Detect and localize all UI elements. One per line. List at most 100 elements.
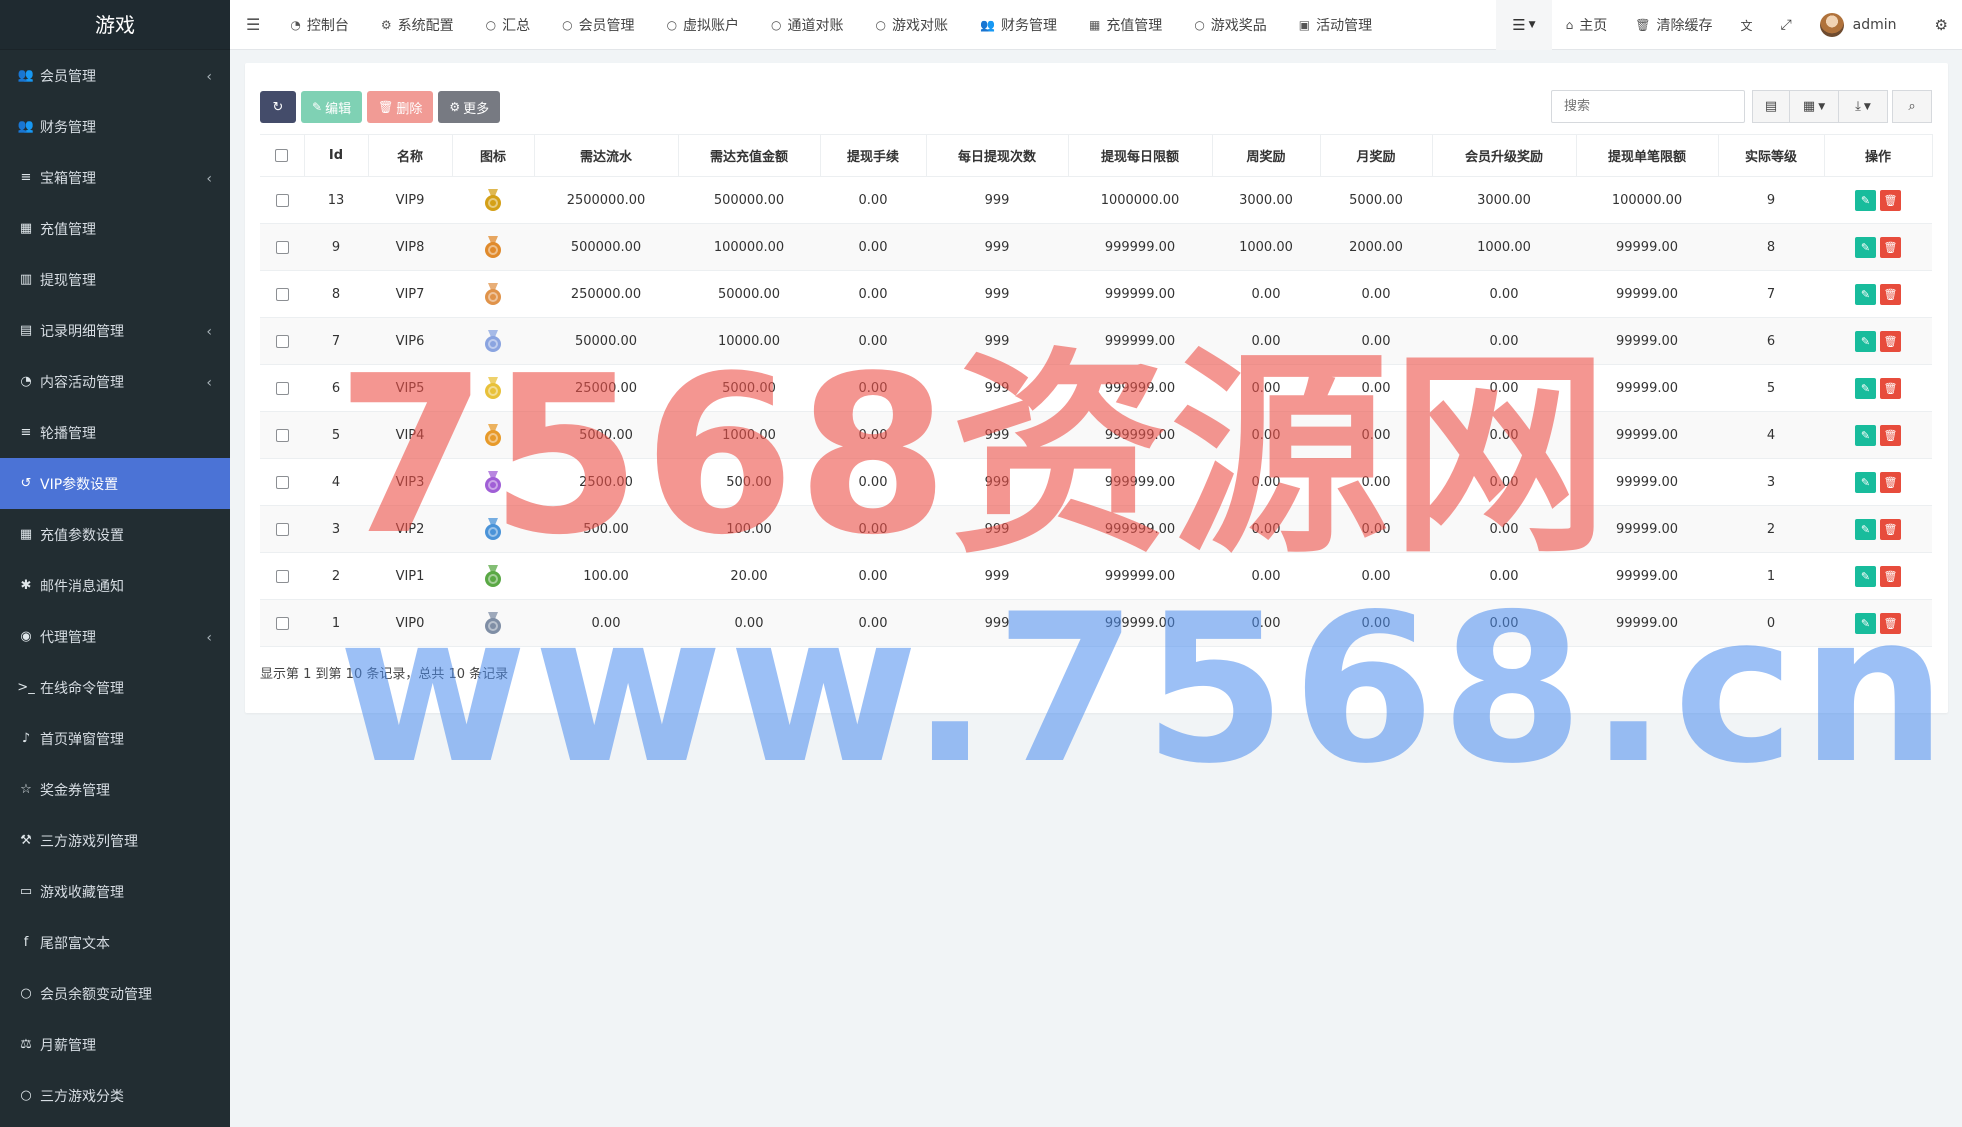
row-edit-button[interactable]: ✎ <box>1855 189 1876 211</box>
table-row[interactable]: 13 VIP9 2500000.00 500000.00 0.00 999 1000000.… <box>260 176 1932 224</box>
columns-dropdown[interactable]: ▦ ▼ <box>1789 90 1839 123</box>
nav-tab-6[interactable]: ○ 游戏对账 <box>860 0 964 50</box>
nav-tab-3[interactable]: ○ 会员管理 <box>546 0 650 50</box>
column-header[interactable]: Id <box>304 134 369 177</box>
row-edit-button[interactable]: ✎ <box>1855 283 1876 305</box>
sidebar-item-7[interactable]: ≡ 轮播管理 <box>0 407 230 458</box>
sidebar-item-11[interactable]: ◉ 代理管理 ‹ <box>0 611 230 662</box>
sidebar-item-16[interactable]: ▭ 游戏收藏管理 <box>0 866 230 917</box>
row-checkbox[interactable] <box>275 522 289 536</box>
row-delete-button[interactable]: 🗑 <box>1880 565 1901 587</box>
search-input[interactable] <box>1551 90 1745 123</box>
table-row[interactable]: 7 VIP6 50000.00 10000.00 0.00 999 999999.00 0.0… <box>260 317 1932 365</box>
settings-gear-icon[interactable]: ⚙ <box>1921 0 1962 50</box>
column-header[interactable]: 图标 <box>452 134 535 177</box>
row-delete-button[interactable]: 🗑 <box>1880 612 1901 634</box>
table-row[interactable]: 3 VIP2 500.00 100.00 0.00 999 999999.00 0.00 0.0… <box>260 505 1932 553</box>
nav-tab-7[interactable]: 👥 财务管理 <box>964 0 1073 50</box>
row-delete-button[interactable]: 🗑 <box>1880 377 1901 399</box>
row-checkbox[interactable] <box>275 428 289 442</box>
row-edit-button[interactable]: ✎ <box>1855 236 1876 258</box>
table-row[interactable]: 8 VIP7 250000.00 50000.00 0.00 999 999999.00 0.… <box>260 270 1932 318</box>
language-icon[interactable]: 文 <box>1726 0 1766 50</box>
row-delete-button[interactable]: 🗑 <box>1880 189 1901 211</box>
export-dropdown[interactable]: ⤓ ▼ <box>1838 90 1888 123</box>
nav-menu-dropdown[interactable]: ☰ ▼ <box>1496 0 1552 50</box>
row-delete-button[interactable]: 🗑 <box>1880 424 1901 446</box>
search-button[interactable]: ⌕ <box>1892 90 1932 123</box>
sidebar-item-8[interactable]: ↺ VIP参数设置 <box>0 458 230 509</box>
column-header[interactable]: 需达充值金额 <box>678 134 821 177</box>
table-row[interactable]: 4 VIP3 2500.00 500.00 0.00 999 999999.00 0.00 0.… <box>260 458 1932 506</box>
sidebar-item-18[interactable]: ○ 会员余额变动管理 <box>0 968 230 1019</box>
nav-tab-4[interactable]: ○ 虚拟账户 <box>651 0 755 50</box>
row-edit-button[interactable]: ✎ <box>1855 612 1876 634</box>
sidebar-item-0[interactable]: 👥 会员管理 ‹ <box>0 50 230 101</box>
clear-cache-button[interactable]: 🗑 清除缓存 <box>1621 0 1726 50</box>
row-edit-button[interactable]: ✎ <box>1855 518 1876 540</box>
column-header[interactable]: 每日提现次数 <box>926 134 1069 177</box>
column-header[interactable]: 需达流水 <box>534 134 679 177</box>
row-checkbox[interactable] <box>275 475 289 489</box>
row-edit-button[interactable]: ✎ <box>1855 565 1876 587</box>
app-title[interactable]: 游戏 <box>0 0 230 50</box>
nav-tab-0[interactable]: ◔ 控制台 <box>274 0 364 50</box>
sidebar-item-6[interactable]: ◔ 内容活动管理 ‹ <box>0 356 230 407</box>
refresh-button[interactable]: ↻ <box>260 91 296 123</box>
nav-tab-2[interactable]: ○ 汇总 <box>470 0 546 50</box>
user-menu[interactable]: admin <box>1806 0 1921 50</box>
row-checkbox[interactable] <box>275 240 289 254</box>
sidebar-item-12[interactable]: >_ 在线命令管理 <box>0 662 230 713</box>
sidebar-item-5[interactable]: ▤ 记录明细管理 ‹ <box>0 305 230 356</box>
column-header[interactable]: 提现单笔限额 <box>1576 134 1719 177</box>
row-delete-button[interactable]: 🗑 <box>1880 330 1901 352</box>
row-checkbox[interactable] <box>275 569 289 583</box>
nav-tab-5[interactable]: ○ 通道对账 <box>755 0 859 50</box>
table-row[interactable]: 6 VIP5 25000.00 5000.00 0.00 999 999999.00 0.00… <box>260 364 1932 412</box>
home-link[interactable]: ⌂ 主页 <box>1552 0 1622 50</box>
sidebar-item-9[interactable]: ▦ 充值参数设置 <box>0 509 230 560</box>
select-all-checkbox[interactable] <box>275 149 289 162</box>
sidebar-item-1[interactable]: 👥 财务管理 <box>0 101 230 152</box>
column-header[interactable]: 会员升级奖励 <box>1432 134 1577 177</box>
sidebar-item-3[interactable]: ▦ 充值管理 <box>0 203 230 254</box>
fullscreen-icon[interactable]: ⤢ <box>1766 0 1805 50</box>
more-button[interactable]: ⚙ 更多 <box>438 91 501 123</box>
row-delete-button[interactable]: 🗑 <box>1880 471 1901 493</box>
column-header[interactable]: 操作 <box>1824 134 1933 177</box>
row-delete-button[interactable]: 🗑 <box>1880 518 1901 540</box>
sidebar-item-17[interactable]: f 尾部富文本 <box>0 917 230 968</box>
row-checkbox[interactable] <box>275 193 289 207</box>
nav-tab-10[interactable]: ▣ 活动管理 <box>1283 0 1388 50</box>
row-checkbox[interactable] <box>275 334 289 348</box>
row-edit-button[interactable]: ✎ <box>1855 377 1876 399</box>
column-header[interactable]: 名称 <box>368 134 453 177</box>
column-header[interactable]: 实际等级 <box>1718 134 1825 177</box>
sidebar-item-4[interactable]: ▥ 提现管理 <box>0 254 230 305</box>
sidebar-item-2[interactable]: ≡ 宝箱管理 ‹ <box>0 152 230 203</box>
toggle-view-button[interactable]: ▤ <box>1752 90 1790 123</box>
row-delete-button[interactable]: 🗑 <box>1880 236 1901 258</box>
nav-tab-8[interactable]: ▦ 充值管理 <box>1073 0 1178 50</box>
sidebar-toggle-icon[interactable]: ☰ <box>230 0 274 50</box>
nav-tab-1[interactable]: ⚙ 系统配置 <box>365 0 470 50</box>
table-row[interactable]: 9 VIP8 500000.00 100000.00 0.00 999 999999.00 1… <box>260 223 1932 271</box>
sidebar-item-14[interactable]: ☆ 奖金券管理 <box>0 764 230 815</box>
column-header[interactable]: 提现每日限额 <box>1068 134 1213 177</box>
edit-button[interactable]: ✎ 编辑 <box>301 91 363 123</box>
delete-button[interactable]: 🗑 删除 <box>367 91 434 123</box>
table-row[interactable]: 1 VIP0 0.00 0.00 0.00 999 999999.00 0.00 0.00 0.0… <box>260 599 1932 647</box>
row-delete-button[interactable]: 🗑 <box>1880 283 1901 305</box>
table-row[interactable]: 2 VIP1 100.00 20.00 0.00 999 999999.00 0.00 0.00… <box>260 552 1932 600</box>
nav-tab-9[interactable]: ○ 游戏奖品 <box>1178 0 1282 50</box>
table-row[interactable]: 5 VIP4 5000.00 1000.00 0.00 999 999999.00 0.00 0… <box>260 411 1932 459</box>
column-header[interactable]: 周奖励 <box>1212 134 1321 177</box>
sidebar-item-15[interactable]: ⚒ 三方游戏列管理 <box>0 815 230 866</box>
row-edit-button[interactable]: ✎ <box>1855 330 1876 352</box>
sidebar-item-19[interactable]: ⚖ 月薪管理 <box>0 1019 230 1070</box>
sidebar-item-20[interactable]: ○ 三方游戏分类 <box>0 1070 230 1121</box>
row-edit-button[interactable]: ✎ <box>1855 424 1876 446</box>
column-header[interactable]: 月奖励 <box>1320 134 1433 177</box>
sidebar-item-10[interactable]: ✱ 邮件消息通知 <box>0 560 230 611</box>
row-checkbox[interactable] <box>275 381 289 395</box>
